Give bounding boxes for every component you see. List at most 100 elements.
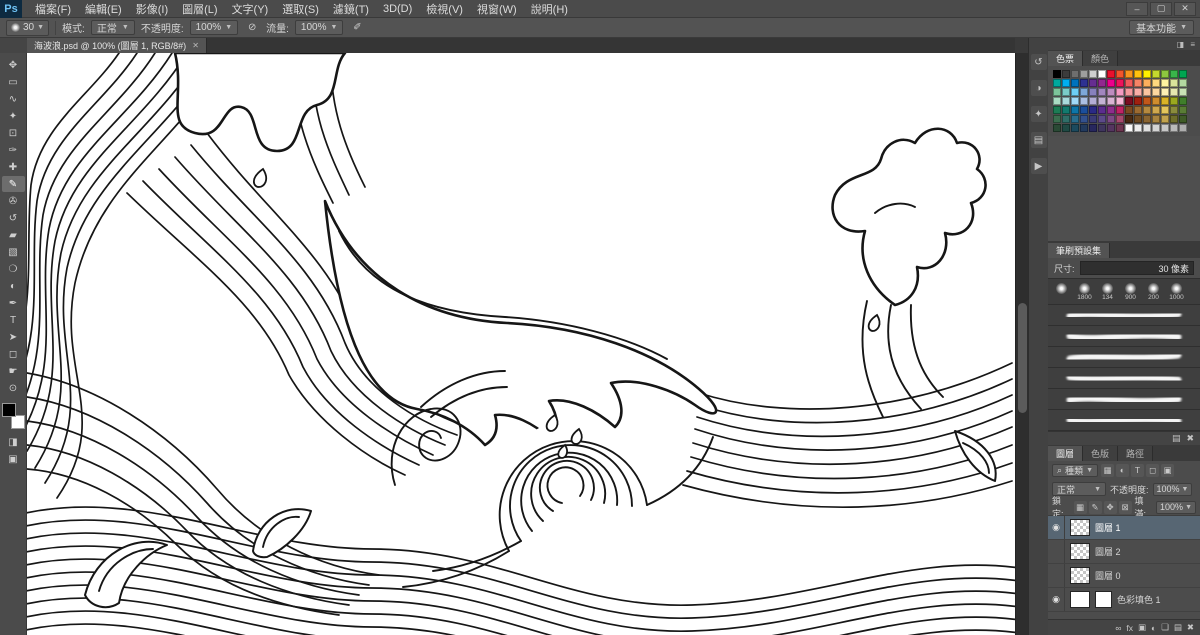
- panel-tab[interactable]: 筆刷預設集: [1048, 243, 1110, 258]
- swatch[interactable]: [1179, 70, 1187, 78]
- swatch[interactable]: [1125, 88, 1133, 96]
- swatch[interactable]: [1071, 88, 1079, 96]
- swatch[interactable]: [1161, 97, 1169, 105]
- swatch[interactable]: [1053, 124, 1061, 132]
- menu-item[interactable]: 文字(Y): [225, 0, 276, 17]
- swatch[interactable]: [1152, 70, 1160, 78]
- swatch[interactable]: [1053, 70, 1061, 78]
- visibility-toggle[interactable]: ◉: [1048, 564, 1065, 587]
- brush-tool[interactable]: ✎: [2, 176, 25, 192]
- swatch[interactable]: [1071, 97, 1079, 105]
- brush-stroke-item[interactable]: [1048, 389, 1200, 410]
- swatch[interactable]: [1152, 88, 1160, 96]
- swatch[interactable]: [1170, 88, 1178, 96]
- layer-thumbnail[interactable]: [1070, 543, 1090, 560]
- add-mask-button[interactable]: ▣: [1138, 622, 1146, 633]
- swatch[interactable]: [1134, 115, 1142, 123]
- canvas[interactable]: [27, 53, 1015, 635]
- dock-styles-icon[interactable]: ✦: [1031, 106, 1047, 122]
- swatch[interactable]: [1143, 97, 1151, 105]
- brush-stroke-item[interactable]: [1048, 326, 1200, 347]
- close-tab-icon[interactable]: ✕: [192, 41, 199, 50]
- swatch[interactable]: [1152, 79, 1160, 87]
- swatch[interactable]: [1107, 124, 1115, 132]
- swatch[interactable]: [1071, 115, 1079, 123]
- swatch[interactable]: [1080, 124, 1088, 132]
- swatch[interactable]: [1089, 124, 1097, 132]
- swatch[interactable]: [1179, 106, 1187, 114]
- new-layer-button[interactable]: ▤: [1174, 622, 1182, 633]
- menu-item[interactable]: 檔案(F): [28, 0, 78, 17]
- swatch[interactable]: [1107, 70, 1115, 78]
- new-brush-button[interactable]: ▤: [1172, 433, 1181, 444]
- swatch[interactable]: [1071, 79, 1079, 87]
- swatch[interactable]: [1179, 115, 1187, 123]
- swatch[interactable]: [1080, 97, 1088, 105]
- pressure-opacity-icon[interactable]: ⊘: [244, 20, 260, 35]
- brush-stroke-item[interactable]: [1048, 305, 1200, 326]
- swatch[interactable]: [1089, 79, 1097, 87]
- swatch[interactable]: [1098, 124, 1106, 132]
- swatch[interactable]: [1062, 79, 1070, 87]
- filter-type-icon[interactable]: ▣: [1161, 464, 1174, 477]
- swatch[interactable]: [1053, 88, 1061, 96]
- swatch[interactable]: [1161, 88, 1169, 96]
- opacity-select[interactable]: 100% ▼: [190, 20, 239, 35]
- delete-layer-button[interactable]: ✖: [1187, 622, 1194, 633]
- swatch[interactable]: [1134, 70, 1142, 78]
- panel-tab[interactable]: 顏色: [1083, 51, 1118, 66]
- layer-name[interactable]: 圖層 1: [1095, 521, 1121, 534]
- layer-row[interactable]: ◉ 圖層 2: [1048, 540, 1200, 564]
- eraser-tool[interactable]: ▰: [2, 227, 25, 243]
- swatch[interactable]: [1107, 106, 1115, 114]
- blur-tool[interactable]: ❍: [2, 261, 25, 277]
- move-tool[interactable]: ✥: [2, 57, 25, 73]
- swatch[interactable]: [1134, 79, 1142, 87]
- shape-tool[interactable]: ◻: [2, 346, 25, 362]
- brush-stroke-item[interactable]: [1048, 410, 1200, 431]
- brush-tip[interactable]: 134: [1097, 279, 1118, 304]
- dock-history-icon[interactable]: ↺: [1031, 54, 1047, 70]
- healing-brush-tool[interactable]: ✚: [2, 159, 25, 175]
- swatch[interactable]: [1080, 115, 1088, 123]
- swatch[interactable]: [1089, 88, 1097, 96]
- panel-tab[interactable]: 色版: [1083, 446, 1118, 461]
- blend-mode-select[interactable]: 正常 ▼: [91, 20, 135, 35]
- dock-info-icon[interactable]: ▤: [1031, 132, 1047, 148]
- swatch[interactable]: [1143, 79, 1151, 87]
- swatch[interactable]: [1143, 106, 1151, 114]
- dock-adjustments-icon[interactable]: ◑: [1031, 80, 1047, 96]
- path-select-tool[interactable]: ➤: [2, 329, 25, 345]
- quick-mask-button[interactable]: ◨: [2, 434, 25, 450]
- swatch[interactable]: [1116, 106, 1124, 114]
- swatch[interactable]: [1161, 124, 1169, 132]
- filter-type-icon[interactable]: ◻: [1146, 464, 1159, 477]
- swatch[interactable]: [1062, 97, 1070, 105]
- lock-icon[interactable]: ✥: [1104, 501, 1117, 514]
- swatch[interactable]: [1170, 124, 1178, 132]
- menu-item[interactable]: 3D(D): [376, 0, 419, 17]
- brush-tip[interactable]: 1800: [1074, 279, 1095, 304]
- history-brush-tool[interactable]: ↺: [2, 210, 25, 226]
- swatch[interactable]: [1071, 106, 1079, 114]
- swatch[interactable]: [1152, 124, 1160, 132]
- swatch[interactable]: [1143, 70, 1151, 78]
- swatch[interactable]: [1152, 115, 1160, 123]
- swatch[interactable]: [1107, 79, 1115, 87]
- foreground-color-chip[interactable]: [2, 403, 16, 417]
- layer-filter-select[interactable]: ⌕ 種類 ▼: [1052, 464, 1098, 477]
- swatch[interactable]: [1125, 70, 1133, 78]
- swatch[interactable]: [1161, 70, 1169, 78]
- menu-item[interactable]: 檢視(V): [419, 0, 470, 17]
- swatch[interactable]: [1116, 115, 1124, 123]
- swatch[interactable]: [1098, 106, 1106, 114]
- menu-item[interactable]: 影像(I): [129, 0, 175, 17]
- swatch[interactable]: [1143, 124, 1151, 132]
- swatch[interactable]: [1098, 88, 1106, 96]
- menu-item[interactable]: 說明(H): [524, 0, 575, 17]
- layer-thumbnail[interactable]: [1070, 519, 1090, 536]
- brush-tip[interactable]: 900: [1120, 279, 1141, 304]
- lasso-tool[interactable]: ∿: [2, 91, 25, 107]
- swatch[interactable]: [1170, 97, 1178, 105]
- swatch[interactable]: [1098, 97, 1106, 105]
